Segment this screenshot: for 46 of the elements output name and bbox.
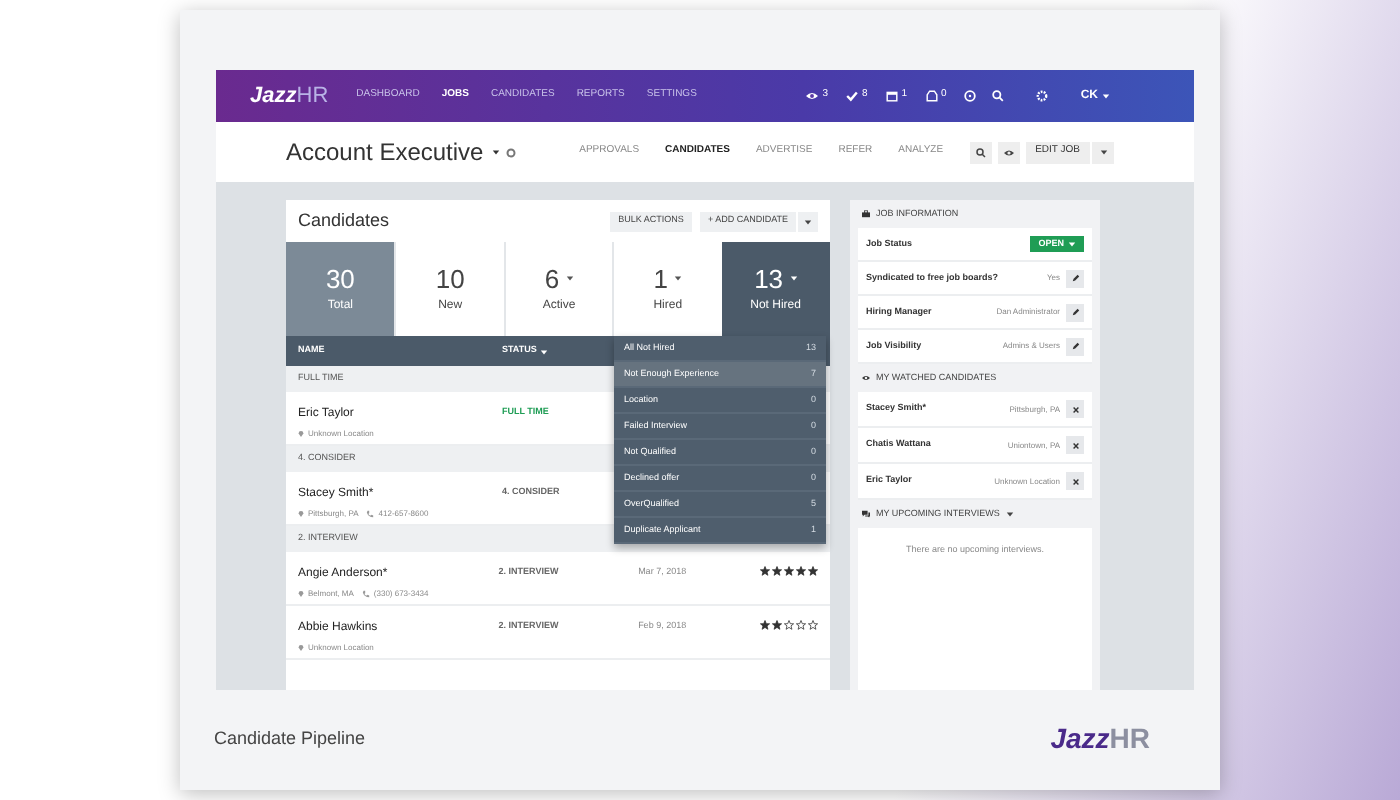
watch-button[interactable]	[997, 141, 1020, 163]
phone-icon	[366, 510, 375, 518]
caret-icon	[1102, 92, 1110, 100]
logo: JazzHR	[1050, 720, 1150, 758]
edit-button[interactable]	[1066, 303, 1084, 321]
star-rating[interactable]	[760, 566, 818, 576]
close-icon	[1071, 405, 1079, 413]
job-title: Account Executive	[286, 136, 484, 170]
eye-icon[interactable]	[806, 90, 819, 102]
caret-icon	[491, 148, 500, 156]
location-pin-icon	[298, 590, 304, 598]
remove-button[interactable]	[1066, 472, 1084, 490]
panel-title: Candidates	[298, 207, 390, 234]
more-button[interactable]	[1092, 141, 1114, 163]
more-button[interactable]	[798, 211, 818, 231]
caret-icon	[1099, 148, 1107, 156]
caret-icon	[804, 217, 812, 225]
search-icon[interactable]	[992, 90, 1005, 102]
remove-button[interactable]	[1066, 436, 1084, 454]
caret-icon	[1005, 510, 1014, 518]
close-icon	[1071, 441, 1079, 449]
pencil-icon	[1071, 274, 1079, 282]
pencil-icon	[1071, 342, 1079, 350]
calendar-icon[interactable]	[885, 90, 898, 102]
remove-button[interactable]	[1066, 400, 1084, 418]
caret-icon	[1068, 240, 1076, 248]
check-icon[interactable]	[845, 90, 858, 102]
location-pin-icon	[298, 644, 304, 652]
phone-icon	[361, 590, 370, 598]
caption: Candidate Pipeline	[214, 725, 366, 752]
help-icon[interactable]	[964, 90, 977, 102]
caret-icon	[540, 347, 549, 355]
search-icon	[975, 147, 986, 157]
edit-button[interactable]	[1066, 337, 1084, 355]
close-icon	[1071, 477, 1079, 485]
briefcase-icon	[862, 210, 870, 218]
logo[interactable]: JazzHR	[250, 79, 329, 113]
chat-icon	[862, 510, 870, 518]
eye-icon	[862, 374, 870, 382]
location-pin-icon	[298, 510, 304, 518]
location-pin-icon	[298, 430, 304, 438]
eye-icon	[1003, 147, 1014, 157]
search-button[interactable]	[969, 141, 992, 163]
star-rating[interactable]	[760, 620, 818, 630]
pencil-icon	[1071, 308, 1079, 316]
edit-button[interactable]	[1066, 269, 1084, 287]
